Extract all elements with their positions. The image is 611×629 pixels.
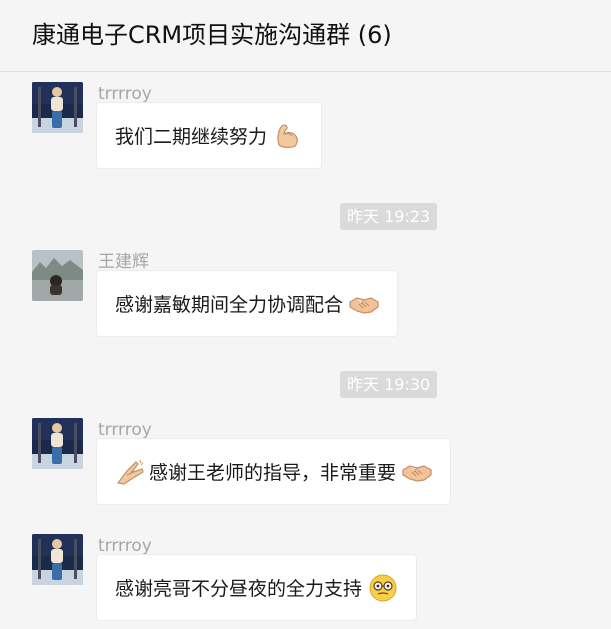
- message-bubble[interactable]: 我们二期继续努力: [96, 102, 323, 169]
- nerd-face-icon: [368, 573, 398, 603]
- message-text: 感谢嘉敏期间全力协调配合: [115, 294, 344, 316]
- sender-name: trrrroy: [98, 420, 152, 440]
- avatar-trrrroy[interactable]: [32, 418, 83, 469]
- handshake-icon: [402, 457, 432, 487]
- timestamp-divider: 昨天 19:23: [340, 203, 438, 230]
- avatar-wangjianhui[interactable]: [32, 250, 83, 301]
- message-bubble[interactable]: 感谢嘉敏期间全力协调配合: [96, 270, 399, 337]
- flexed-biceps-icon: [273, 121, 303, 151]
- message-text: 我们二期继续努力: [115, 126, 268, 148]
- message-bubble[interactable]: 感谢亮哥不分昼夜的全力支持: [96, 554, 418, 621]
- chat-header: 康通电子CRM项目实施沟通群 (6): [0, 0, 611, 72]
- handshake-icon: [349, 289, 379, 319]
- message-text: 感谢王老师的指导，非常重要: [149, 462, 397, 484]
- timestamp-divider: 昨天 19:30: [340, 371, 438, 398]
- message-bubble[interactable]: 感谢王老师的指导，非常重要: [96, 438, 452, 505]
- sender-name: 王建辉: [98, 252, 149, 272]
- message-list[interactable]: trrrroy 我们二期继续努力 昨天 19:23 王建辉 感谢嘉敏期间全力协调…: [0, 72, 611, 629]
- sender-name: trrrroy: [98, 84, 152, 104]
- sender-name: trrrroy: [98, 536, 152, 556]
- clapping-hands-icon: [115, 457, 145, 487]
- message-text: 感谢亮哥不分昼夜的全力支持: [115, 578, 363, 600]
- group-chat-title: 康通电子CRM项目实施沟通群 (6): [32, 21, 392, 49]
- avatar-trrrroy[interactable]: [32, 82, 83, 133]
- avatar-trrrroy[interactable]: [32, 534, 83, 585]
